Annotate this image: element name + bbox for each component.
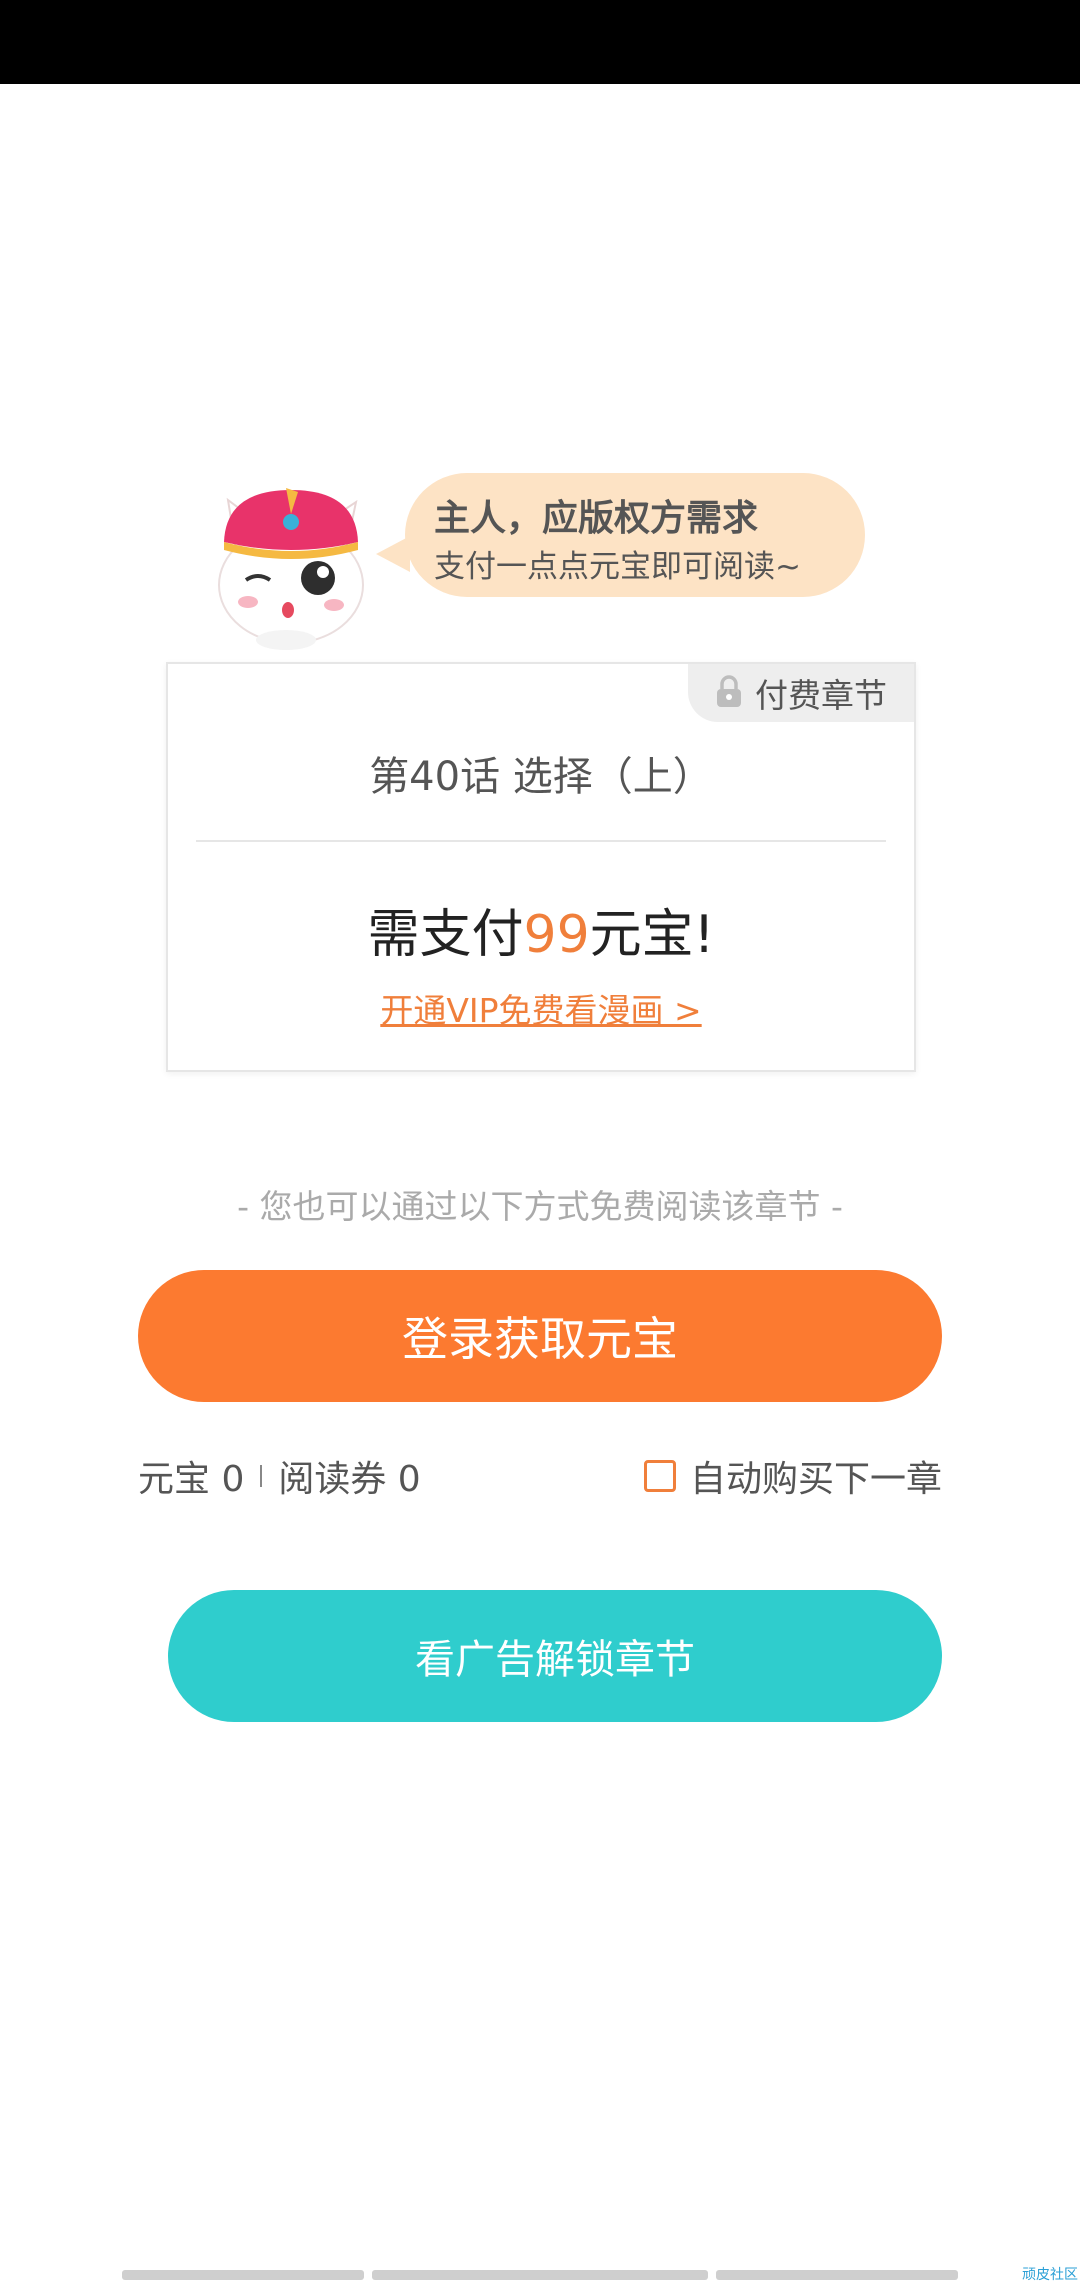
login-button[interactable]: 登录获取元宝 (138, 1270, 942, 1402)
bubble-title: 主人，应版权方需求 (434, 498, 759, 539)
auto-buy-label: 自动购买下一章 (689, 1459, 942, 1500)
balance-info: 元宝 0 阅读券 0 (138, 1450, 421, 1502)
bottom-nav-segment (372, 2270, 708, 2280)
chapter-title: 第40话 选择（上） (369, 754, 713, 800)
free-read-hint: - 您也可以通过以下方式免费阅读该章节 - (237, 1187, 843, 1226)
price-prefix: 需支付 (367, 905, 524, 965)
watermark: 顽皮社区 (1022, 2267, 1078, 2283)
bubble-subtitle: 支付一点点元宝即可阅读~ (434, 549, 801, 585)
bottom-nav-segment (716, 2270, 958, 2280)
separator (260, 1465, 263, 1487)
price-suffix: 元宝! (589, 905, 715, 965)
paid-chapter-label: 付费章节 (755, 676, 887, 715)
divider (196, 840, 886, 842)
yuanbao-balance: 元宝 0 (138, 1459, 245, 1500)
price-amount: 99 (523, 905, 590, 965)
cat-mascot-icon (206, 480, 376, 650)
auto-buy-toggle[interactable]: 自动购买下一章 (643, 1450, 942, 1502)
paid-chapter-card: 付费章节 第40话 选择（上） 需支付99元宝! 开通VIP免费看漫画 > (166, 662, 916, 1072)
price-text: 需支付99元宝! (168, 892, 914, 967)
ticket-balance: 阅读券 0 (278, 1459, 421, 1500)
watch-ad-button[interactable]: 看广告解锁章节 (168, 1590, 942, 1722)
vip-link[interactable]: 开通VIP免费看漫画 > (168, 984, 914, 1032)
status-bar (0, 0, 1080, 84)
speech-bubble-tail (376, 536, 410, 572)
lock-icon (715, 675, 743, 711)
paid-chapter-badge: 付费章节 (688, 664, 914, 722)
auto-buy-checkbox[interactable] (643, 1460, 676, 1492)
bottom-nav-segment (122, 2270, 364, 2280)
